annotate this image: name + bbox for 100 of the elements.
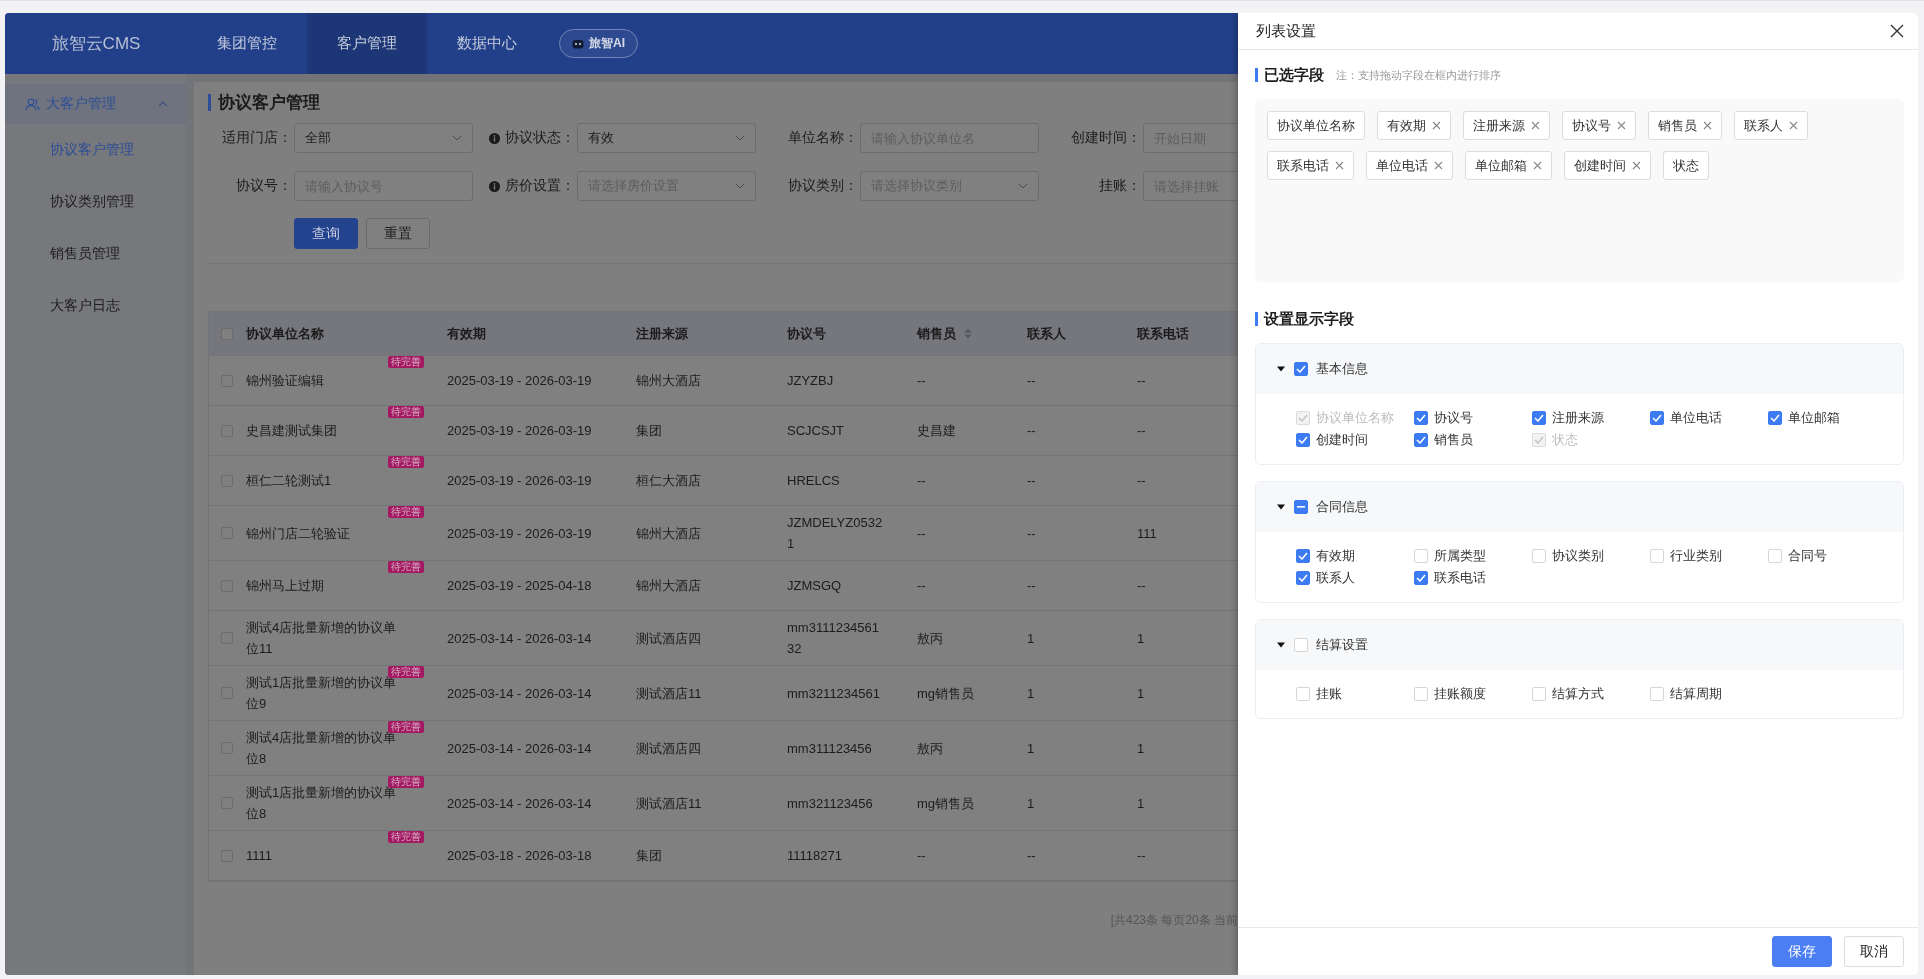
checkbox[interactable] (1414, 411, 1428, 425)
table-cell-text: 2025-03-18 - 2026-03-18 (446, 847, 593, 865)
app-logo: 旅智云CMS (50, 33, 142, 55)
table-cell-text: 2025-03-14 - 2026-03-14 (446, 684, 593, 703)
table-cell-text: 桓仁大酒店 (635, 472, 702, 490)
checkbox[interactable] (1296, 433, 1310, 447)
remove-icon[interactable] (1434, 161, 1443, 170)
checkbox-label: 行业类别 (1670, 547, 1722, 565)
table-cell-text: 2025-03-14 - 2026-03-14 (446, 739, 593, 758)
checkbox[interactable] (1294, 362, 1308, 376)
table-cell-text: 111 (1136, 524, 1158, 543)
column-header: 协议号 (786, 325, 827, 343)
checkbox-label: 单位电话 (1670, 409, 1722, 427)
checkbox-label: 联系人 (1316, 569, 1355, 587)
robot-icon (572, 38, 584, 49)
checkbox[interactable] (1650, 411, 1664, 425)
remove-icon[interactable] (1703, 121, 1712, 130)
remove-icon[interactable] (1533, 161, 1542, 170)
table-cell-text: -- (1136, 847, 1147, 865)
sidebar-item[interactable]: 大客户日志 (5, 280, 186, 332)
select-field[interactable]: 有效 (577, 123, 756, 153)
caret-icon (735, 135, 745, 141)
table-cell-text: -- (1136, 372, 1147, 390)
field-label: 单位名称： (788, 129, 858, 147)
status-tag: 待完善 (388, 721, 424, 733)
column-header: 联系人 (1026, 325, 1067, 343)
table-cell-text: 锦州大酒店 (635, 577, 702, 595)
column-header: 有效期 (446, 325, 487, 343)
table-cell-text: 测试酒店11 (635, 794, 703, 813)
table-cell-text: -- (1136, 422, 1147, 440)
remove-icon[interactable] (1432, 121, 1441, 130)
field-tag[interactable]: 注册来源 (1463, 111, 1550, 140)
checkbox-label: 有效期 (1316, 547, 1355, 565)
checkbox-label: 合同号 (1788, 547, 1827, 565)
table-cell-text: 1 (1136, 629, 1146, 648)
checkbox[interactable] (1768, 411, 1782, 425)
field-tag[interactable]: 销售员 (1648, 111, 1722, 140)
field-tag[interactable]: 单位电话 (1366, 151, 1453, 180)
checkbox[interactable] (1414, 433, 1428, 447)
close-icon[interactable] (1890, 24, 1904, 38)
table-cell-text: 测试酒店11 (635, 684, 703, 703)
table-cell-text: SCJCSJT (786, 422, 846, 440)
checkbox[interactable] (1296, 549, 1310, 563)
table-cell: 测试1店批量新增的协议单位9 待完善 (237, 666, 438, 720)
checkbox[interactable] (1414, 571, 1428, 585)
table-cell-text: mg销售员 (916, 794, 976, 813)
checkbox-label: 单位邮箱 (1788, 409, 1840, 427)
field-tag[interactable]: 创建时间 (1564, 151, 1651, 180)
checkbox-label: 挂账额度 (1434, 685, 1486, 703)
chevron-up-icon (158, 101, 168, 107)
table-cell-text: 2025-03-19 - 2026-03-19 (446, 524, 593, 543)
nav-tab[interactable]: 客户管理 (307, 13, 427, 74)
table-cell-text: HRELCS (786, 472, 841, 490)
table-cell-text: 锦州大酒店 (635, 524, 702, 543)
field-tag[interactable]: 协议号 (1562, 111, 1636, 140)
table-cell-text: 测试酒店四 (635, 739, 702, 758)
table-cell-text: -- (916, 472, 927, 490)
field-tag[interactable]: 有效期 (1377, 111, 1451, 140)
info-icon (489, 132, 500, 144)
sidebar-item[interactable]: 销售员管理 (5, 228, 186, 280)
ai-button[interactable]: 旅智AI (559, 29, 638, 58)
remove-icon[interactable] (1335, 161, 1344, 170)
select-field[interactable]: 全部 (294, 123, 473, 153)
checkbox-label: 所属类型 (1434, 547, 1486, 565)
checkbox[interactable] (1532, 411, 1546, 425)
action-button[interactable]: 查询 (294, 218, 358, 249)
footer-button[interactable]: 取消 (1844, 936, 1904, 967)
status-tag: 待完善 (388, 456, 424, 468)
table-cell: 史昌建测试集团 待完善 (237, 406, 438, 455)
sidebar-item[interactable]: 协议类别管理 (5, 176, 186, 228)
checkbox[interactable] (1294, 500, 1308, 514)
field-tag[interactable]: 联系人 (1734, 111, 1808, 140)
table-cell-text: -- (916, 847, 927, 865)
nav-tab[interactable]: 集团管控 (187, 13, 307, 74)
field-tag[interactable]: 协议单位名称 (1267, 111, 1365, 140)
table-cell: 测试4店批量新增的协议单位8 待完善 (237, 721, 438, 775)
triangle-down-icon[interactable] (1276, 641, 1286, 649)
action-button[interactable]: 重置 (366, 218, 430, 249)
nav-tab[interactable]: 数据中心 (427, 13, 547, 74)
field-label: 挂账： (1099, 177, 1141, 195)
remove-icon[interactable] (1531, 121, 1540, 130)
field-tag[interactable]: 单位邮箱 (1465, 151, 1552, 180)
remove-icon[interactable] (1632, 161, 1641, 170)
table-cell-text: 1 (1136, 794, 1146, 813)
triangle-down-icon[interactable] (1276, 365, 1286, 373)
remove-icon[interactable] (1617, 121, 1626, 130)
field-label: 协议状态： (505, 129, 575, 147)
table-cell-text: 1 (1136, 684, 1146, 703)
table-cell-text: 2025-03-14 - 2026-03-14 (446, 629, 593, 648)
status-tag: 待完善 (388, 356, 424, 368)
table-cell-text: -- (1026, 422, 1037, 440)
column-header: 销售员 (908, 312, 1018, 355)
remove-icon[interactable] (1789, 121, 1798, 130)
triangle-down-icon[interactable] (1276, 503, 1286, 511)
footer-button[interactable]: 保存 (1772, 936, 1832, 967)
table-cell-text: 2025-03-14 - 2026-03-14 (446, 794, 593, 813)
checkbox[interactable] (1296, 571, 1310, 585)
field-tag[interactable]: 联系电话 (1267, 151, 1354, 180)
table-cell-text: mm311123456 (786, 739, 873, 758)
field-tag[interactable]: 状态 (1663, 151, 1709, 180)
